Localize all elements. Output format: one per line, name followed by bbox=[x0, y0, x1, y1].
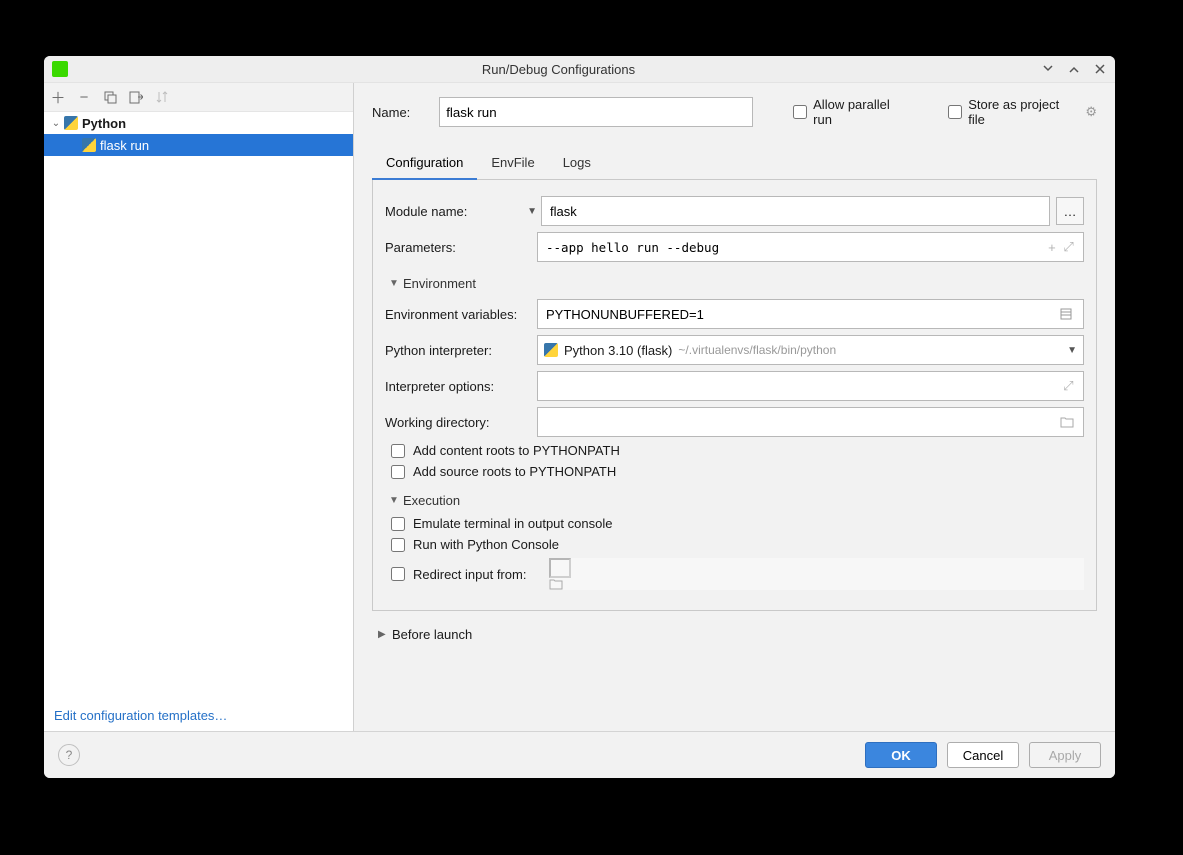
sidebar-toolbar: ＋ − bbox=[44, 83, 353, 112]
execution-section-label: Execution bbox=[403, 493, 460, 508]
redirect-input-checkbox[interactable] bbox=[391, 567, 405, 581]
edit-templates-link[interactable]: Edit configuration templates… bbox=[44, 700, 353, 731]
module-name-field[interactable] bbox=[541, 196, 1050, 226]
redirect-input-field bbox=[549, 558, 1084, 590]
dialog-footer: ? OK Cancel Apply bbox=[44, 731, 1115, 778]
parameters-label: Parameters: bbox=[385, 240, 537, 255]
execution-section-header[interactable]: ▼ Execution bbox=[389, 493, 1084, 508]
interpreter-dropdown[interactable]: Python 3.10 (flask) ~/.virtualenvs/flask… bbox=[537, 335, 1084, 365]
caret-down-icon: ▼ bbox=[1067, 345, 1077, 356]
envvars-field[interactable] bbox=[537, 299, 1084, 329]
expand-field-icon[interactable]: ⤢ bbox=[1060, 239, 1077, 255]
content-roots-checkbox[interactable]: Add content roots to PYTHONPATH bbox=[391, 443, 1084, 458]
before-launch-section[interactable]: ▶ Before launch bbox=[378, 627, 1097, 642]
redirect-input-input bbox=[549, 558, 571, 578]
interp-options-input[interactable] bbox=[544, 378, 1060, 395]
apply-button[interactable]: Apply bbox=[1029, 742, 1101, 768]
allow-parallel-label: Allow parallel run bbox=[813, 97, 910, 127]
minimize-button[interactable] bbox=[1041, 62, 1055, 76]
cancel-button[interactable]: Cancel bbox=[947, 742, 1019, 768]
interpreter-name: Python 3.10 (flask) bbox=[564, 343, 672, 358]
store-as-project-checkbox[interactable]: Store as project file ⚙ bbox=[948, 97, 1097, 127]
remove-config-icon[interactable]: − bbox=[76, 89, 92, 105]
window-title: Run/Debug Configurations bbox=[76, 62, 1041, 77]
python-icon bbox=[64, 116, 78, 130]
save-template-icon[interactable] bbox=[128, 89, 144, 105]
name-input[interactable] bbox=[439, 97, 753, 127]
content-roots-label: Add content roots to PYTHONPATH bbox=[413, 443, 620, 458]
workdir-field[interactable] bbox=[537, 407, 1084, 437]
caret-down-icon: ▼ bbox=[527, 206, 537, 217]
module-name-label: Module name: bbox=[385, 204, 467, 219]
interp-options-label: Interpreter options: bbox=[385, 379, 537, 394]
redirect-input-label: Redirect input from: bbox=[413, 567, 541, 582]
python-icon bbox=[544, 343, 558, 357]
sidebar: ＋ − ⌄ Python flask run bbox=[44, 83, 354, 731]
copy-config-icon[interactable] bbox=[102, 89, 118, 105]
expand-field-icon[interactable]: ⤢ bbox=[1060, 378, 1077, 394]
form-tabs: Configuration EnvFile Logs bbox=[372, 149, 1097, 180]
config-form: Name: Allow parallel run Store as projec… bbox=[354, 83, 1115, 731]
allow-parallel-checkbox[interactable]: Allow parallel run bbox=[793, 97, 910, 127]
tab-envfile[interactable]: EnvFile bbox=[477, 149, 548, 180]
name-label: Name: bbox=[372, 105, 419, 120]
tree-node-label: flask run bbox=[100, 138, 149, 153]
target-type-dropdown[interactable]: Module name: ▼ bbox=[385, 199, 541, 223]
source-roots-label: Add source roots to PYTHONPATH bbox=[413, 464, 616, 479]
envvars-label: Environment variables: bbox=[385, 307, 537, 322]
python-console-checkbox[interactable]: Run with Python Console bbox=[391, 537, 1084, 552]
config-tree: ⌄ Python flask run bbox=[44, 112, 353, 700]
envvars-input[interactable] bbox=[544, 306, 1060, 323]
insert-macro-icon[interactable]: + bbox=[1044, 240, 1061, 255]
parameters-input[interactable] bbox=[544, 239, 1044, 256]
pycharm-icon bbox=[52, 61, 68, 77]
workdir-label: Working directory: bbox=[385, 415, 537, 430]
workdir-input[interactable] bbox=[544, 414, 1060, 431]
ok-button[interactable]: OK bbox=[865, 742, 937, 768]
python-icon bbox=[82, 138, 96, 152]
interp-options-field[interactable]: ⤢ bbox=[537, 371, 1084, 401]
tree-node-label: Python bbox=[82, 116, 126, 131]
emulate-terminal-label: Emulate terminal in output console bbox=[413, 516, 612, 531]
interpreter-label: Python interpreter: bbox=[385, 343, 537, 358]
tab-configuration[interactable]: Configuration bbox=[372, 149, 477, 180]
titlebar: Run/Debug Configurations bbox=[44, 56, 1115, 83]
module-name-input[interactable] bbox=[548, 203, 1043, 220]
tab-logs[interactable]: Logs bbox=[549, 149, 605, 180]
parameters-field[interactable]: + ⤢ bbox=[537, 232, 1084, 262]
help-button[interactable]: ? bbox=[58, 744, 80, 766]
close-button[interactable] bbox=[1093, 62, 1107, 76]
python-console-label: Run with Python Console bbox=[413, 537, 559, 552]
chevron-right-icon: ▶ bbox=[378, 629, 392, 640]
interpreter-path: ~/.virtualenvs/flask/bin/python bbox=[678, 343, 836, 357]
emulate-terminal-checkbox[interactable]: Emulate terminal in output console bbox=[391, 516, 1084, 531]
folder-icon[interactable] bbox=[1060, 416, 1077, 428]
environment-section-header[interactable]: ▼ Environment bbox=[389, 276, 1084, 291]
chevron-down-icon: ▼ bbox=[389, 495, 403, 506]
folder-icon[interactable] bbox=[549, 578, 1084, 590]
before-launch-label: Before launch bbox=[392, 627, 472, 642]
sort-icon[interactable] bbox=[154, 89, 170, 105]
envvars-edit-icon[interactable] bbox=[1060, 308, 1077, 320]
module-browse-button[interactable]: … bbox=[1056, 197, 1084, 225]
maximize-button[interactable] bbox=[1067, 62, 1081, 76]
source-roots-checkbox[interactable]: Add source roots to PYTHONPATH bbox=[391, 464, 1084, 479]
add-config-icon[interactable]: ＋ bbox=[50, 89, 66, 105]
environment-section-label: Environment bbox=[403, 276, 476, 291]
dialog-window: Run/Debug Configurations ＋ − ⌄ bbox=[44, 56, 1115, 778]
chevron-down-icon: ⌄ bbox=[50, 118, 62, 129]
store-as-project-label: Store as project file bbox=[968, 97, 1077, 127]
chevron-down-icon: ▼ bbox=[389, 278, 403, 289]
tree-node-python[interactable]: ⌄ Python bbox=[44, 112, 353, 134]
configuration-panel: Module name: ▼ … Parameters: + ⤢ bbox=[372, 180, 1097, 611]
tree-node-flask-run[interactable]: flask run bbox=[44, 134, 353, 156]
gear-icon[interactable]: ⚙ bbox=[1085, 104, 1097, 120]
